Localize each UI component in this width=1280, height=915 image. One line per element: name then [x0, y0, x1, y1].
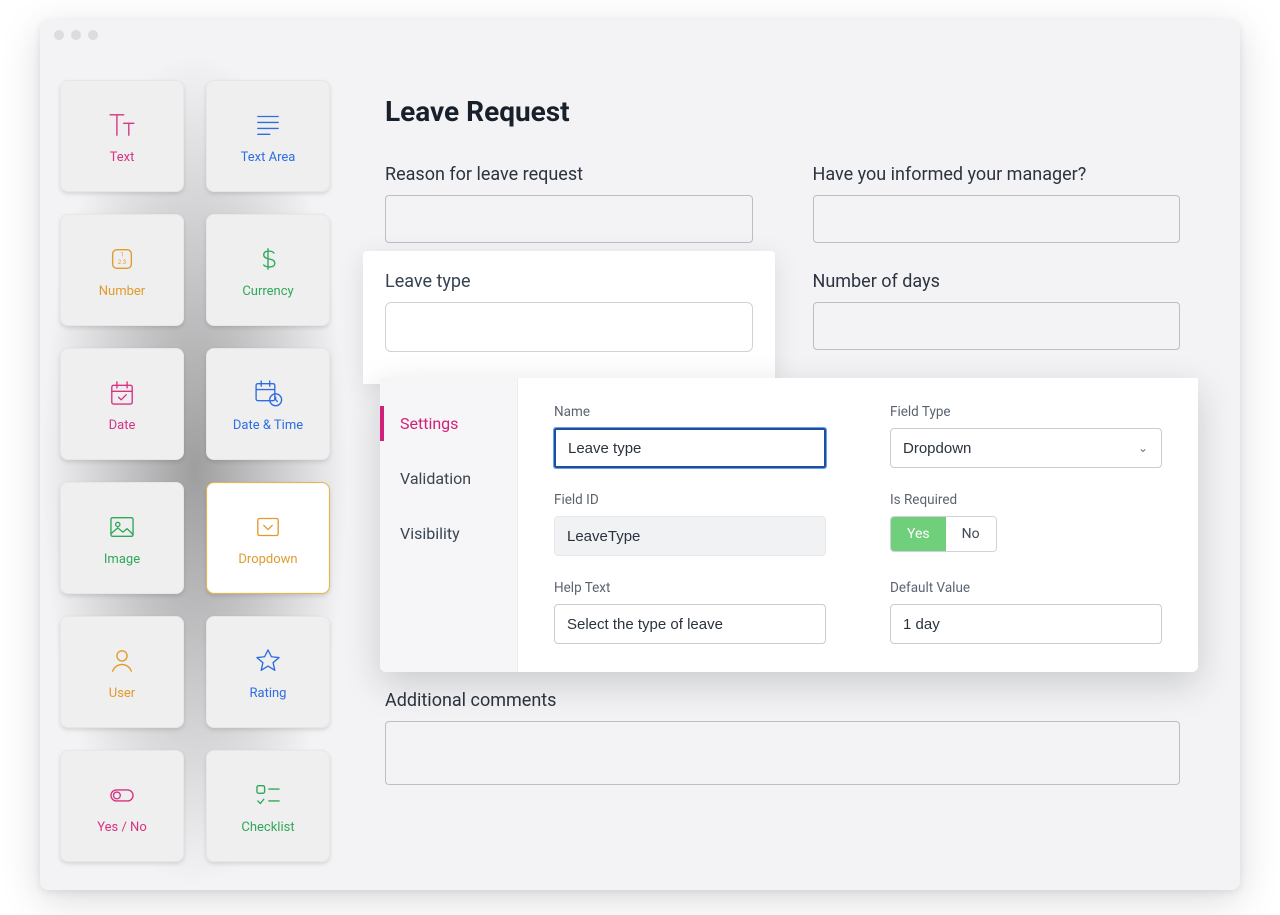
required-no[interactable]: No — [946, 517, 996, 551]
field-label: Reason for leave request — [385, 164, 753, 185]
svg-text:1: 1 — [120, 251, 123, 258]
text-icon — [105, 108, 139, 142]
prop-fieldtype: Field Type ⌄ — [890, 404, 1162, 468]
field-label: Have you informed your manager? — [813, 164, 1181, 185]
prop-name: Name — [554, 404, 826, 468]
tab-settings[interactable]: Settings — [380, 396, 517, 451]
prop-helptext: Help Text — [554, 580, 826, 644]
palette-textarea[interactable]: Text Area — [206, 80, 330, 192]
prop-label: Name — [554, 404, 826, 420]
number-icon: 12 3 — [105, 242, 139, 276]
prop-label: Field ID — [554, 492, 826, 508]
prop-required: Is Required Yes No — [890, 492, 1162, 556]
window-dot — [54, 30, 64, 40]
field-informed[interactable]: Have you informed your manager? — [813, 164, 1181, 243]
field-input[interactable] — [385, 195, 753, 243]
dropdown-icon — [251, 510, 285, 544]
palette-text[interactable]: Text — [60, 80, 184, 192]
user-icon — [105, 644, 139, 678]
field-label: Leave type — [385, 271, 753, 292]
rating-icon — [251, 644, 285, 678]
datetime-icon — [251, 376, 285, 410]
prop-label: Default Value — [890, 580, 1162, 596]
palette-label: Checklist — [241, 820, 294, 835]
window-dot — [71, 30, 81, 40]
app-window: Text Text Area 12 3 Number Currency Date — [40, 20, 1240, 890]
yesno-icon — [105, 778, 139, 812]
palette-label: Image — [104, 552, 140, 567]
property-tabs: Settings Validation Visibility — [380, 378, 518, 672]
field-palette: Text Text Area 12 3 Number Currency Date — [40, 50, 350, 890]
property-body: Name Field Type ⌄ Field ID Is Required Y… — [518, 378, 1198, 672]
field-comments[interactable]: Additional comments — [385, 690, 1180, 785]
palette-number[interactable]: 12 3 Number — [60, 214, 184, 326]
currency-icon — [251, 242, 285, 276]
svg-text:2 3: 2 3 — [118, 259, 126, 266]
palette-date[interactable]: Date — [60, 348, 184, 460]
prop-label: Is Required — [890, 492, 1162, 508]
palette-user[interactable]: User — [60, 616, 184, 728]
name-input[interactable] — [554, 428, 826, 468]
field-label: Additional comments — [385, 690, 1180, 711]
required-toggle[interactable]: Yes No — [890, 516, 997, 552]
prop-label: Field Type — [890, 404, 1162, 420]
palette-dropdown[interactable]: Dropdown — [206, 482, 330, 594]
palette-label: User — [109, 686, 135, 701]
tab-validation[interactable]: Validation — [380, 451, 517, 506]
palette-label: Date & Time — [233, 418, 303, 433]
field-textarea[interactable] — [385, 721, 1180, 785]
palette-checklist[interactable]: Checklist — [206, 750, 330, 862]
fieldid-input[interactable] — [554, 516, 826, 556]
palette-image[interactable]: Image — [60, 482, 184, 594]
palette-rating[interactable]: Rating — [206, 616, 330, 728]
field-days[interactable]: Number of days — [813, 271, 1181, 374]
checklist-icon — [251, 778, 285, 812]
fieldtype-value[interactable] — [890, 428, 1162, 468]
required-yes[interactable]: Yes — [891, 517, 946, 551]
palette-datetime[interactable]: Date & Time — [206, 348, 330, 460]
palette-label: Rating — [250, 686, 287, 701]
date-icon — [105, 376, 139, 410]
palette-label: Text Area — [241, 150, 296, 165]
property-panel: Settings Validation Visibility Name Fiel… — [380, 378, 1198, 672]
form-title: Leave Request — [385, 95, 1180, 128]
palette-label: Number — [99, 284, 145, 299]
palette-label: Dropdown — [238, 552, 297, 567]
tab-visibility[interactable]: Visibility — [380, 506, 517, 561]
field-leavetype[interactable]: Leave type — [363, 251, 775, 384]
palette-currency[interactable]: Currency — [206, 214, 330, 326]
palette-yesno[interactable]: Yes / No — [60, 750, 184, 862]
field-input[interactable] — [813, 195, 1181, 243]
fieldtype-select[interactable]: ⌄ — [890, 428, 1162, 468]
image-icon — [105, 510, 139, 544]
palette-label: Currency — [242, 284, 293, 299]
field-label: Number of days — [813, 271, 1181, 292]
prop-fieldid: Field ID — [554, 492, 826, 556]
window-dot — [88, 30, 98, 40]
chevron-down-icon: ⌄ — [1138, 441, 1148, 455]
defaultvalue-input[interactable] — [890, 604, 1162, 644]
prop-defaultvalue: Default Value — [890, 580, 1162, 644]
field-reason[interactable]: Reason for leave request — [385, 164, 753, 243]
palette-label: Text — [110, 150, 135, 165]
window-titlebar — [40, 20, 1240, 50]
textarea-icon — [251, 108, 285, 142]
prop-label: Help Text — [554, 580, 826, 596]
helptext-input[interactable] — [554, 604, 826, 644]
field-input[interactable] — [813, 302, 1181, 350]
palette-label: Yes / No — [97, 820, 147, 835]
palette-label: Date — [109, 418, 136, 433]
field-input[interactable] — [385, 302, 753, 352]
